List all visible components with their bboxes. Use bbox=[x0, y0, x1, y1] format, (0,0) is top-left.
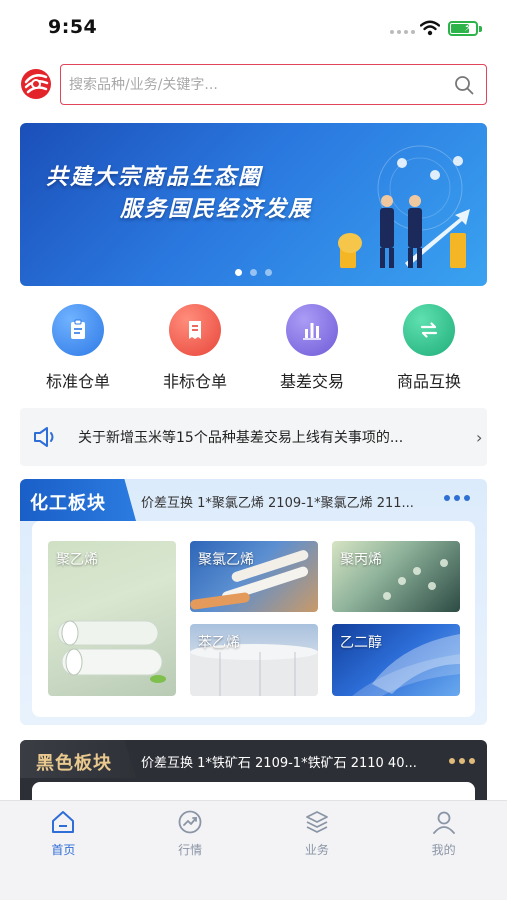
tile-label: 聚乙烯 bbox=[56, 552, 98, 568]
section-title: 黑色板块 bbox=[20, 740, 136, 778]
tile-label: 苯乙烯 bbox=[198, 635, 240, 651]
receipt-icon bbox=[169, 304, 221, 356]
app-logo bbox=[21, 69, 51, 99]
search-icon[interactable] bbox=[454, 75, 474, 95]
home-icon bbox=[52, 811, 75, 833]
quick-item-commodity-swap[interactable]: 商品互换 bbox=[371, 304, 487, 394]
section-summary[interactable]: 价差互换 1*铁矿石 2109-1*铁矿石 2110 40... bbox=[141, 752, 441, 771]
quick-item-label: 商品互换 bbox=[396, 372, 461, 391]
banner-headline: 共建大宗商品生态圈 bbox=[46, 165, 263, 190]
search-input[interactable] bbox=[69, 74, 439, 96]
search-bar[interactable] bbox=[60, 64, 487, 105]
tile-label: 聚氯乙烯 bbox=[198, 552, 254, 568]
battery-cap bbox=[479, 26, 482, 32]
product-tile-polypropylene[interactable]: 聚丙烯 bbox=[332, 541, 460, 612]
tab-label: 业务 bbox=[304, 843, 329, 857]
quick-item-label: 标准仓单 bbox=[45, 372, 110, 391]
carousel-dot[interactable] bbox=[265, 269, 272, 276]
section-summary[interactable]: 价差互换 1*聚氯乙烯 2109-1*聚氯乙烯 211... bbox=[141, 492, 441, 511]
tab-home[interactable]: 首页 bbox=[0, 801, 127, 900]
wifi-icon bbox=[420, 20, 440, 36]
tab-label: 我的 bbox=[431, 843, 456, 857]
carousel-indicator[interactable] bbox=[20, 269, 487, 276]
tile-label: 聚丙烯 bbox=[340, 552, 382, 568]
carousel-dot[interactable] bbox=[250, 269, 257, 276]
quick-item-standard-receipt[interactable]: 标准仓单 bbox=[20, 304, 136, 394]
cellular-signal-icon bbox=[390, 30, 415, 34]
quick-item-label: 基差交易 bbox=[279, 372, 344, 391]
product-tile-styrene[interactable]: 苯乙烯 bbox=[190, 624, 318, 696]
tab-label: 行情 bbox=[178, 843, 203, 857]
promo-banner[interactable]: 共建大宗商品生态圈 服务国民经济发展 bbox=[20, 123, 487, 286]
banner-subheadline: 服务国民经济发展 bbox=[120, 197, 313, 222]
speaker-icon bbox=[34, 427, 54, 447]
quick-item-label: 非标仓单 bbox=[162, 372, 227, 391]
bar-chart-icon bbox=[286, 304, 338, 356]
product-tile-ethylene-glycol[interactable]: 乙二醇 bbox=[332, 624, 460, 696]
status-time: 9:54 bbox=[48, 16, 98, 38]
quick-menu: 标准仓单 非标仓单 基差交易 商品互换 bbox=[20, 304, 487, 394]
layers-icon bbox=[305, 811, 328, 833]
tile-label: 乙二醇 bbox=[340, 635, 382, 651]
status-bar: 9:54 ⚡ bbox=[0, 0, 507, 56]
tab-bar: 首页 行情 业务 我的 bbox=[0, 800, 507, 900]
section-title: 化工板块 bbox=[20, 479, 136, 521]
tab-profile[interactable]: 我的 bbox=[380, 801, 507, 900]
chemical-section: 化工板块 价差互换 1*聚氯乙烯 2109-1*聚氯乙烯 211... 聚乙烯 … bbox=[20, 479, 487, 725]
swap-icon bbox=[403, 304, 455, 356]
carousel-dot[interactable] bbox=[235, 269, 242, 276]
quick-item-basis-trading[interactable]: 基差交易 bbox=[254, 304, 370, 394]
clipboard-icon bbox=[52, 304, 104, 356]
quick-item-nonstandard-receipt[interactable]: 非标仓单 bbox=[137, 304, 253, 394]
business-illustration bbox=[338, 145, 470, 268]
more-icon[interactable] bbox=[449, 758, 475, 764]
product-tile-polyethylene[interactable]: 聚乙烯 bbox=[48, 541, 176, 696]
battery-icon: ⚡ bbox=[448, 21, 478, 36]
tab-label: 首页 bbox=[51, 843, 76, 857]
more-icon[interactable] bbox=[444, 495, 470, 501]
product-tile-pvc[interactable]: 聚氯乙烯 bbox=[190, 541, 318, 612]
user-icon bbox=[432, 811, 455, 834]
announcement-bar[interactable]: 关于新增玉米等15个品种基差交易上线有关事项的... › bbox=[20, 408, 487, 466]
announcement-text: 关于新增玉米等15个品种基差交易上线有关事项的... bbox=[78, 430, 404, 446]
chevron-right-icon[interactable]: › bbox=[476, 428, 482, 447]
tab-market[interactable]: 行情 bbox=[127, 801, 254, 900]
product-grid: 聚乙烯 聚氯乙烯 聚丙烯 苯乙烯 乙二醇 bbox=[32, 521, 475, 717]
tab-business[interactable]: 业务 bbox=[254, 801, 381, 900]
trend-icon bbox=[178, 810, 202, 834]
